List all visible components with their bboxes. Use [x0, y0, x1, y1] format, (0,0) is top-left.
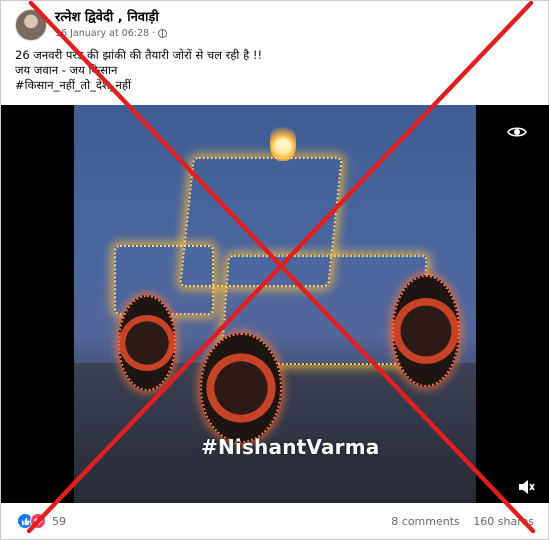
heart-icon — [30, 513, 46, 529]
reactions-summary[interactable]: 59 — [17, 513, 66, 529]
timestamp-row: 16 January at 06:28 · — [55, 27, 168, 40]
speaker-icon[interactable] — [517, 479, 535, 495]
tractor-front-wheel — [118, 295, 176, 391]
eye-icon[interactable] — [507, 125, 527, 139]
caption-line-2: जय जवान - जय किसान — [15, 63, 118, 77]
flame-light — [270, 121, 296, 161]
post-caption: 26 जनवरी परेड की झांकी की तैयारी जोरों स… — [15, 48, 262, 93]
tractor-rear-wheel — [200, 333, 282, 443]
engagement-stats: 8 comments 160 shares — [391, 515, 534, 528]
post-meta: रत्नेश द्विवेदी , निवाड़ी 16 January at … — [55, 10, 168, 40]
tractor-right-wheel — [392, 275, 460, 387]
separator-dot: · — [152, 28, 156, 39]
comments-count[interactable]: 8 comments — [391, 515, 460, 528]
reaction-count[interactable]: 59 — [52, 515, 66, 528]
avatar[interactable] — [15, 9, 47, 41]
video-watermark: #NishantVarma — [201, 435, 380, 459]
globe-icon — [158, 29, 168, 38]
author-name[interactable]: रत्नेश द्विवेदी , निवाड़ी — [55, 10, 167, 26]
hashtag-link[interactable]: #किसान_नहीं_तो_देश_नहीं — [15, 78, 262, 93]
video-player[interactable]: #NishantVarma — [1, 105, 549, 503]
post-footer: 59 8 comments 160 shares — [1, 509, 549, 533]
shares-count[interactable]: 160 shares — [473, 515, 534, 528]
caption-line-1: 26 जनवरी परेड की झांकी की तैयारी जोरों स… — [15, 48, 263, 62]
post-header: रत्नेश द्विवेदी , निवाड़ी 16 January at … — [15, 7, 168, 43]
facebook-post: रत्नेश द्विवेदी , निवाड़ी 16 January at … — [0, 0, 549, 540]
post-date[interactable]: 16 January at 06:28 — [55, 27, 149, 40]
